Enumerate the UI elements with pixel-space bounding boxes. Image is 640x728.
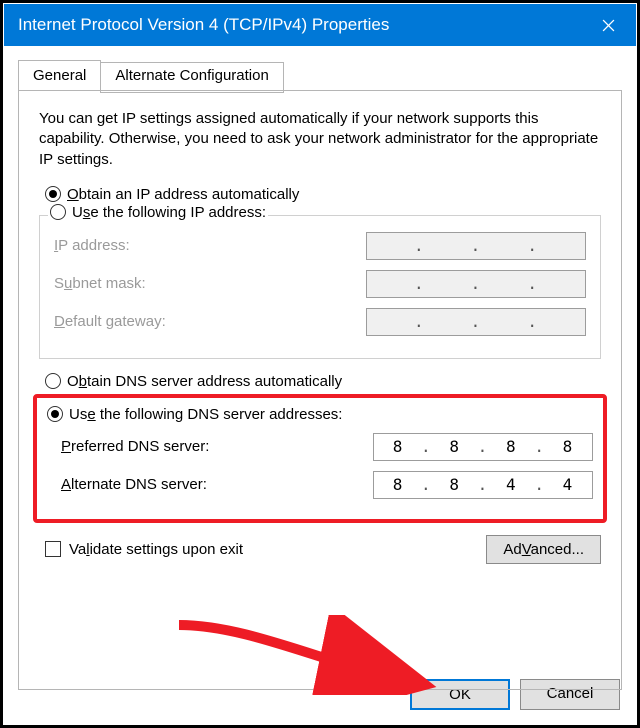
radio-obtain-ip-auto[interactable]: Obtain an IP address automatically <box>45 186 601 203</box>
tab-strip: General Alternate Configuration <box>18 60 622 91</box>
radio-label: Obtain an IP address automatically <box>67 186 299 203</box>
intro-text: You can get IP settings assigned automat… <box>39 109 601 170</box>
radio-use-following-dns[interactable]: Use the following DNS server addresses: <box>47 406 593 423</box>
radio-icon <box>50 204 66 220</box>
window-title: Internet Protocol Version 4 (TCP/IPv4) P… <box>18 15 580 35</box>
advanced-button[interactable]: AdVanced... <box>486 535 601 564</box>
group-ip-manual: Use the following IP address: IP address… <box>39 215 601 359</box>
title-bar: Internet Protocol Version 4 (TCP/IPv4) P… <box>4 4 636 46</box>
tab-general[interactable]: General <box>18 60 101 91</box>
radio-obtain-dns-auto[interactable]: Obtain DNS server address automatically <box>45 373 601 390</box>
tab-panel-general: You can get IP settings assigned automat… <box>18 90 622 690</box>
checkbox-label: Validate settings upon exit <box>69 541 243 558</box>
label-ip-address: IP address: <box>54 237 130 254</box>
checkbox-icon <box>45 541 61 557</box>
checkbox-validate-on-exit[interactable]: Validate settings upon exit <box>45 541 243 558</box>
radio-icon <box>45 186 61 202</box>
tab-alternate-configuration[interactable]: Alternate Configuration <box>100 62 283 93</box>
close-icon <box>602 19 615 32</box>
label-preferred-dns: Preferred DNS server: <box>61 438 209 455</box>
radio-use-following-ip[interactable]: Use the following IP address: <box>48 204 268 221</box>
close-button[interactable] <box>580 4 636 46</box>
annotation-arrow-icon <box>169 615 449 695</box>
label-default-gateway: Default gateway: <box>54 313 166 330</box>
input-default-gateway: ... <box>366 308 586 336</box>
input-alternate-dns[interactable]: 8. 8. 4. 4 <box>373 471 593 499</box>
label-alternate-dns: Alternate DNS server: <box>61 476 207 493</box>
radio-icon <box>45 373 61 389</box>
input-subnet-mask: ... <box>366 270 586 298</box>
label-subnet-mask: Subnet mask: <box>54 275 146 292</box>
highlight-box: Use the following DNS server addresses: … <box>33 394 607 523</box>
input-preferred-dns[interactable]: 8. 8. 8. 8 <box>373 433 593 461</box>
radio-label: Use the following DNS server addresses: <box>69 406 342 423</box>
radio-icon <box>47 406 63 422</box>
radio-label: Use the following IP address: <box>72 204 266 221</box>
radio-label: Obtain DNS server address automatically <box>67 373 342 390</box>
input-ip-address: ... <box>366 232 586 260</box>
